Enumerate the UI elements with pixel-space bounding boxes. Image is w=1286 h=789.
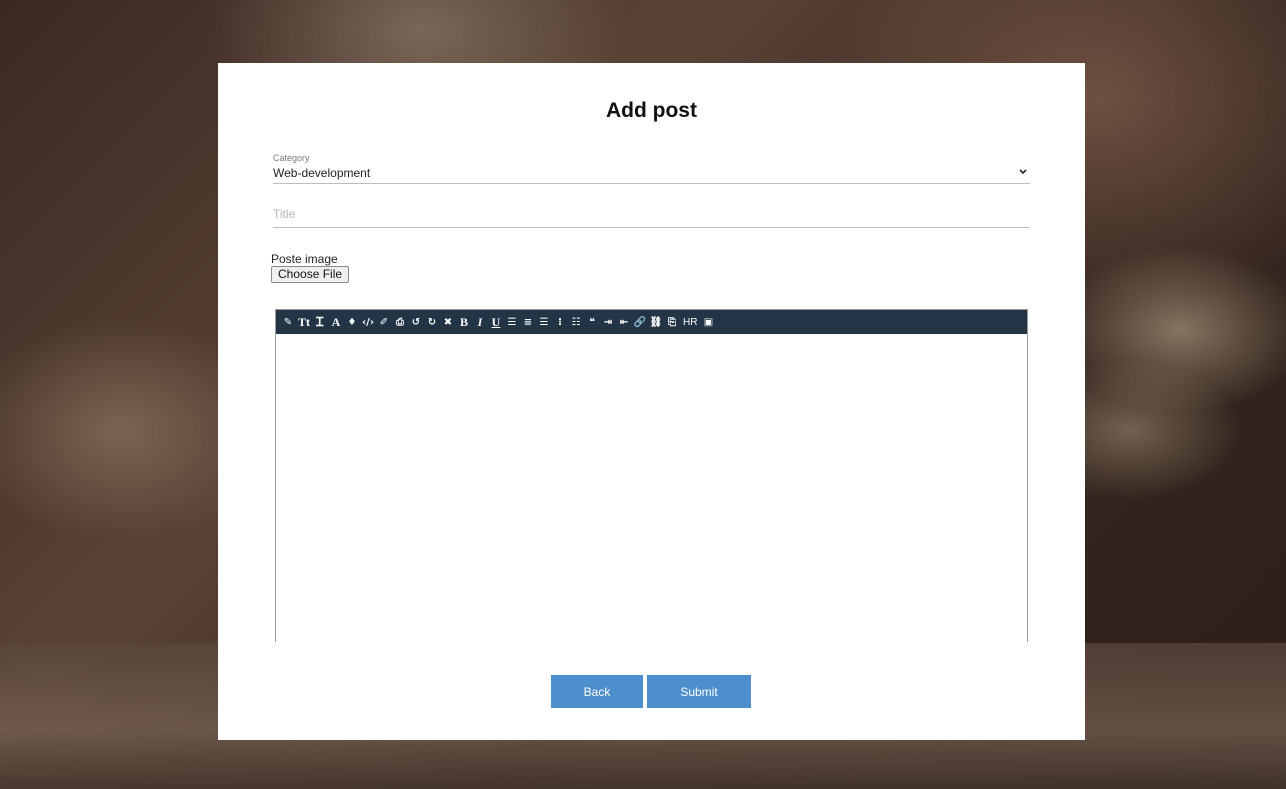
redo-icon[interactable]: ↻: [424, 312, 440, 332]
eraser-icon[interactable]: ✐: [376, 312, 392, 332]
align-left-icon[interactable]: ☰: [504, 312, 520, 332]
blockquote-icon[interactable]: ❝: [584, 312, 600, 332]
add-post-card: Add post Category Web-development Poste …: [218, 63, 1085, 740]
choose-file-button[interactable]: Choose File: [271, 266, 350, 283]
unlink-icon[interactable]: ⛓: [648, 312, 664, 332]
font-icon[interactable]: A: [328, 312, 344, 332]
category-label: Category: [273, 153, 310, 163]
category-select[interactable]: Category Web-development: [273, 153, 1030, 184]
outdent-icon[interactable]: ⇤: [616, 312, 632, 332]
font-size-icon[interactable]: Tt: [296, 312, 312, 332]
submit-button[interactable]: Submit: [647, 675, 751, 708]
clipboard-icon[interactable]: ⎘: [664, 312, 680, 332]
text-height-icon[interactable]: Ꮖ: [312, 312, 328, 332]
align-center-icon[interactable]: ≡: [520, 312, 536, 332]
rich-text-editor: ✎ Tt Ꮖ A ♦ ‹/› ✐ ⎙ ↺ ↻ ✖ B I U ☰ ≡ ☰ ⁝ ☷…: [275, 309, 1028, 642]
ordered-list-icon[interactable]: ⁝: [552, 312, 568, 332]
editor-content-area[interactable]: [276, 334, 1027, 643]
italic-icon[interactable]: I: [472, 312, 488, 332]
underline-icon[interactable]: U: [488, 312, 504, 332]
unordered-list-icon[interactable]: ☷: [568, 312, 584, 332]
indent-icon[interactable]: ⇥: [600, 312, 616, 332]
horizontal-rule-icon[interactable]: HR: [680, 312, 700, 332]
title-input[interactable]: [273, 203, 1030, 225]
post-image-label: Poste image: [271, 252, 338, 266]
bold-icon[interactable]: B: [456, 312, 472, 332]
undo-icon[interactable]: ↺: [408, 312, 424, 332]
page-title: Add post: [606, 99, 697, 122]
align-right-icon[interactable]: ☰: [536, 312, 552, 332]
code-icon[interactable]: ‹/›: [360, 312, 376, 332]
back-button[interactable]: Back: [551, 675, 643, 708]
editor-toolbar: ✎ Tt Ꮖ A ♦ ‹/› ✐ ⎙ ↺ ↻ ✖ B I U ☰ ≡ ☰ ⁝ ☷…: [276, 310, 1027, 334]
category-value: Web-development: [273, 166, 371, 180]
link-icon[interactable]: 🔗: [632, 312, 648, 332]
tint-icon[interactable]: ♦: [344, 312, 360, 332]
title-field: [273, 203, 1030, 228]
print-icon[interactable]: ⎙: [392, 312, 408, 332]
chevron-down-icon: [1019, 169, 1027, 175]
remove-format-icon[interactable]: ✖: [440, 312, 456, 332]
image-icon[interactable]: ▣: [700, 312, 716, 332]
pencil-icon[interactable]: ✎: [280, 312, 296, 332]
